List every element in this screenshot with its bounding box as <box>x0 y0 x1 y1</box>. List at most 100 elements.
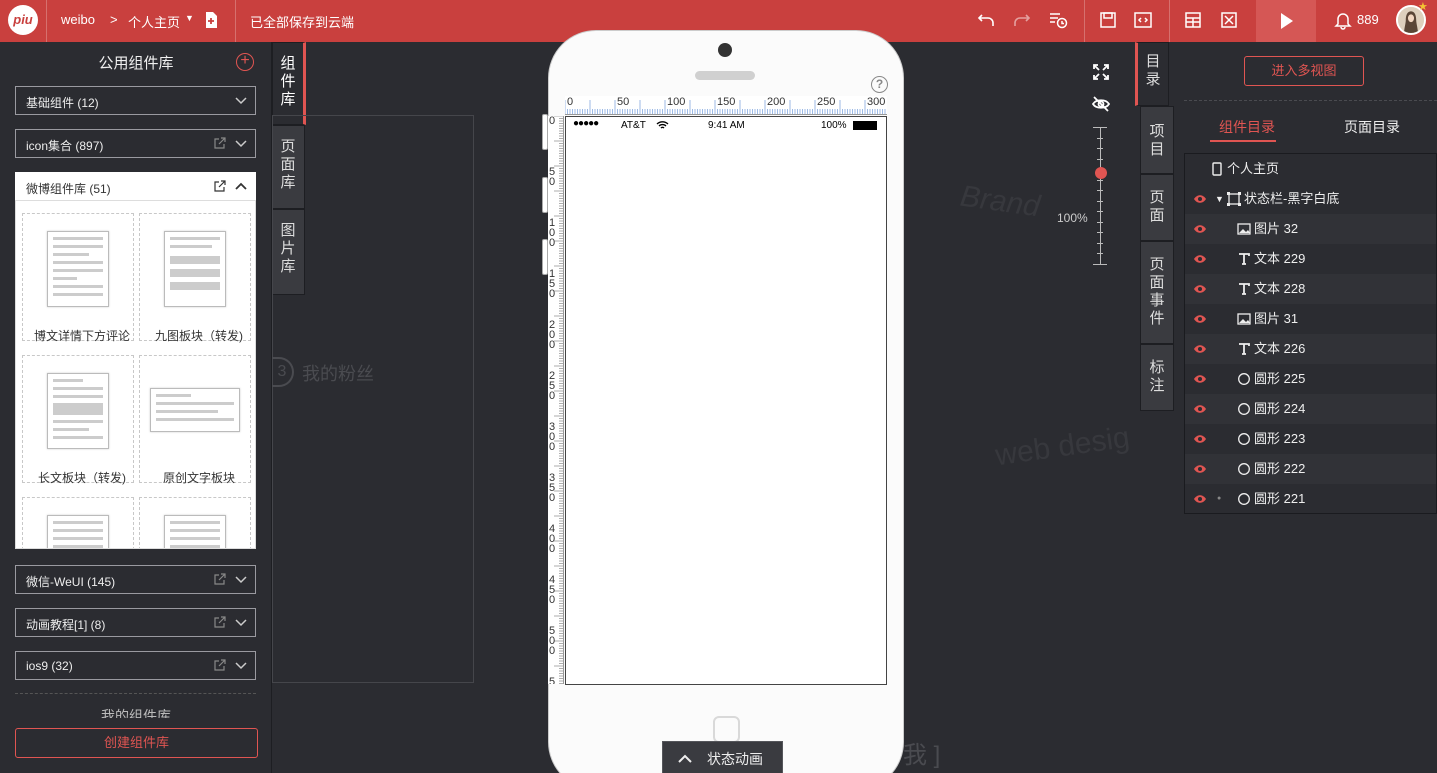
group-icon <box>1227 192 1241 206</box>
fullscreen-icon[interactable] <box>1217 8 1241 32</box>
circle-shape-icon <box>1238 493 1250 505</box>
ruler-label: 55 <box>549 676 556 685</box>
library-select-basic[interactable]: 基础组件 (12) <box>15 86 256 115</box>
library-select-weui[interactable]: 微信-WeUI (145) <box>15 565 256 594</box>
ruler-label: 300 <box>867 96 886 108</box>
component-card[interactable] <box>139 497 251 548</box>
library-label: 微博组件库 (51) <box>26 182 111 196</box>
external-link-icon[interactable] <box>213 615 227 629</box>
eye-icon[interactable] <box>1193 434 1207 444</box>
add-library-icon[interactable]: + <box>236 53 254 71</box>
tab-page[interactable]: 页面 <box>1140 174 1174 241</box>
ruler-label: 150 <box>717 96 736 108</box>
tab-component-tree[interactable]: 组件目录 <box>1219 117 1275 137</box>
external-link-icon[interactable] <box>213 658 227 672</box>
tree-item[interactable]: 圆形 222 <box>1185 454 1436 484</box>
eye-icon[interactable] <box>1193 344 1207 354</box>
state-animation-tab[interactable]: 状态动画 <box>662 741 783 773</box>
zoom-tick <box>1097 211 1103 212</box>
fit-screen-icon[interactable] <box>1089 60 1113 84</box>
library-select-icons[interactable]: icon集合 (897) <box>15 129 256 158</box>
zoom-tick <box>1093 263 1107 265</box>
eye-icon[interactable] <box>1193 194 1207 204</box>
multi-view-button[interactable]: 进入多视图 <box>1244 56 1364 86</box>
ruler-label: 250 <box>549 370 556 402</box>
external-link-icon[interactable] <box>213 179 227 193</box>
save-icon[interactable] <box>1096 8 1120 32</box>
zoom-slider-handle[interactable] <box>1095 166 1107 179</box>
tab-page-events[interactable]: 页面事件 <box>1140 241 1174 344</box>
history-icon[interactable] <box>1046 8 1070 32</box>
tab-component-library[interactable]: 组件库 <box>272 42 306 125</box>
component-card[interactable] <box>22 497 134 548</box>
image-icon <box>1237 223 1251 235</box>
tree-item[interactable]: ● 圆形 221 <box>1185 484 1436 514</box>
page-dropdown-caret-icon[interactable]: ▼ <box>185 13 194 23</box>
eye-icon[interactable] <box>1193 254 1207 264</box>
ruler-label: 150 <box>549 268 556 300</box>
create-library-button[interactable]: 创建组件库 <box>15 728 258 758</box>
component-thumbnail <box>47 373 109 449</box>
tab-label: 目录 <box>1145 53 1161 88</box>
hide-eye-icon[interactable] <box>1089 92 1113 116</box>
layer-tree: 个人主页 ▼ 状态栏-黑字白底 图片 32 文本 229 文本 228 图片 31 文本 2… <box>1184 153 1437 514</box>
tree-item[interactable]: 文本 229 <box>1185 244 1436 274</box>
bell-icon[interactable] <box>1331 8 1355 32</box>
ruler-label: 100 <box>549 217 556 249</box>
circle-shape-icon <box>1238 403 1250 415</box>
zoom-tick <box>1093 127 1107 128</box>
eye-icon[interactable] <box>1193 374 1207 384</box>
library-label: 动画教程[1] (8) <box>26 618 106 632</box>
component-card[interactable]: 九图板块（转发) <box>139 213 251 343</box>
my-libraries-heading: 我的组件库 <box>101 708 171 718</box>
tree-item[interactable]: 文本 226 <box>1185 334 1436 364</box>
tree-item[interactable]: ▼ 状态栏-黑字白底 <box>1185 184 1436 214</box>
eye-icon[interactable] <box>1193 494 1207 504</box>
code-icon[interactable] <box>1131 8 1155 32</box>
tab-page-tree[interactable]: 页面目录 <box>1344 117 1400 137</box>
redo-icon[interactable] <box>1010 8 1034 32</box>
external-link-icon[interactable] <box>213 136 227 150</box>
eye-icon[interactable] <box>1193 284 1207 294</box>
breadcrumb-project[interactable]: weibo <box>61 12 95 27</box>
tree-item[interactable]: 圆形 225 <box>1185 364 1436 394</box>
breadcrumb-page[interactable]: 个人主页 <box>128 12 180 31</box>
notification-count[interactable]: 889 <box>1357 12 1379 27</box>
eye-icon[interactable] <box>1193 224 1207 234</box>
component-card[interactable]: 长文板块（转发) <box>22 355 134 485</box>
app-logo[interactable]: piu <box>8 5 38 35</box>
tree-item[interactable]: 圆形 224 <box>1185 394 1436 424</box>
library-select-ios9[interactable]: ios9 (32) <box>15 651 256 680</box>
tree-item[interactable]: 文本 228 <box>1185 274 1436 304</box>
help-icon[interactable]: ? <box>871 76 888 93</box>
tree-item[interactable]: 图片 32 <box>1185 214 1436 244</box>
new-page-icon[interactable] <box>199 8 223 32</box>
zoom-tick <box>1097 158 1103 160</box>
tree-item[interactable]: 圆形 223 <box>1185 424 1436 454</box>
ruler-label: 350 <box>549 472 556 504</box>
tab-project[interactable]: 项目 <box>1140 106 1174 174</box>
component-card[interactable]: 原创文字板块 <box>139 355 251 485</box>
layout-icon[interactable] <box>1181 8 1205 32</box>
tree-item[interactable]: 图片 31 <box>1185 304 1436 334</box>
tab-annotate[interactable]: 标注 <box>1140 344 1174 411</box>
eye-icon[interactable] <box>1193 314 1207 324</box>
component-label: 博文详情下方评论 <box>33 329 130 343</box>
phone-screen[interactable]: ●●●●● AT&T 9:41 AM 100% <box>565 116 887 685</box>
tree-item-page[interactable]: 个人主页 <box>1185 154 1436 184</box>
chevron-up-icon <box>235 182 247 190</box>
library-select-animation[interactable]: 动画教程[1] (8) <box>15 608 256 637</box>
expand-caret-icon[interactable]: ▼ <box>1215 184 1224 214</box>
tree-item-label: 圆形 221 <box>1254 491 1306 506</box>
external-link-icon[interactable] <box>213 572 227 586</box>
ios-status-bar[interactable]: ●●●●● AT&T 9:41 AM 100% <box>566 118 886 133</box>
eye-icon[interactable] <box>1193 404 1207 414</box>
eye-icon[interactable] <box>1193 464 1207 474</box>
tab-toc[interactable]: 目录 <box>1135 42 1169 106</box>
ruler-label: 0 <box>567 96 574 108</box>
undo-icon[interactable] <box>974 8 998 32</box>
component-card[interactable]: 博文详情下方评论 <box>22 213 134 343</box>
preview-play-button[interactable] <box>1256 0 1316 42</box>
library-select-weibo[interactable]: 微博组件库 (51) <box>15 172 256 201</box>
component-thumbnail <box>164 231 226 307</box>
